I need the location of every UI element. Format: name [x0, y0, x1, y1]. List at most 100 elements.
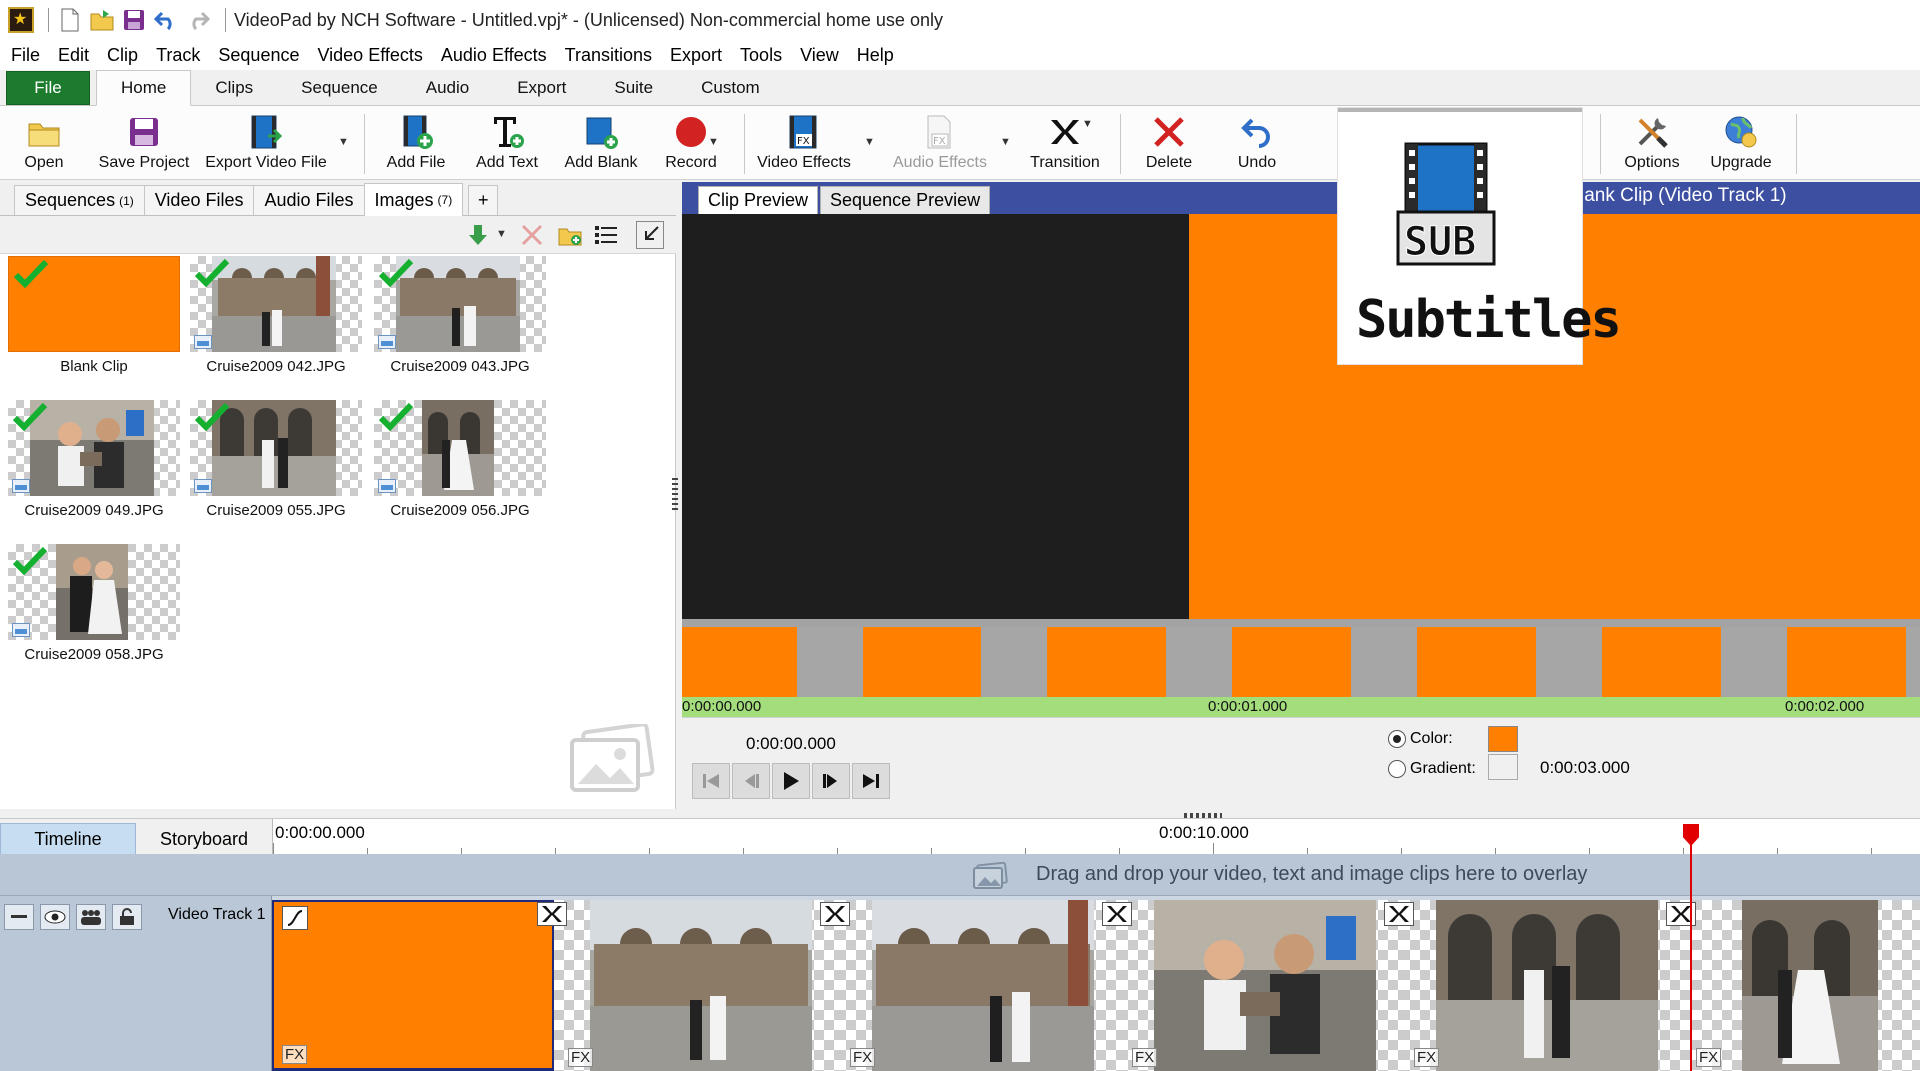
next-frame-button[interactable] [812, 763, 850, 799]
timeline-clip-blank[interactable]: FX [272, 900, 554, 1071]
transition-dropdown-icon[interactable]: ▼ [1082, 118, 1093, 130]
timeline-playhead[interactable] [1690, 832, 1692, 1071]
menu-view[interactable]: View [791, 45, 848, 66]
tab-sequence-preview[interactable]: Sequence Preview [820, 186, 991, 214]
track-lock-button[interactable] [112, 904, 142, 930]
go-to-start-button[interactable] [692, 763, 730, 799]
bin-item-thumbnail[interactable] [374, 256, 546, 352]
delete-button[interactable]: Delete [1138, 110, 1200, 178]
tab-file[interactable]: File [6, 71, 90, 105]
tab-audio-files[interactable]: Audio Files [253, 185, 365, 215]
track-blend-button[interactable] [76, 904, 106, 930]
new-folder-icon[interactable] [556, 221, 584, 249]
go-to-end-button[interactable] [852, 763, 890, 799]
add-file-button[interactable]: Add File [384, 110, 448, 178]
preview-scrub-bar[interactable] [682, 619, 1920, 627]
transition-marker[interactable] [1384, 902, 1414, 926]
audio-effects-button[interactable]: FX Audio Effects [888, 110, 992, 178]
bin-item-thumbnail[interactable] [374, 400, 546, 496]
menu-file[interactable]: File [2, 45, 49, 66]
menu-edit[interactable]: Edit [49, 45, 98, 66]
remove-x-icon[interactable] [518, 221, 546, 249]
options-button[interactable]: Options [1620, 110, 1684, 178]
transition-button[interactable]: Transition [1024, 110, 1106, 178]
save-project-button[interactable]: Save Project [96, 110, 192, 178]
undo-button[interactable]: Undo [1230, 110, 1284, 178]
timeline-clip-image[interactable]: FX [1682, 900, 1920, 1071]
transition-marker[interactable] [820, 902, 850, 926]
menu-clip[interactable]: Clip [98, 45, 147, 66]
tab-clips[interactable]: Clips [191, 71, 277, 105]
bin-item-thumbnail[interactable] [8, 544, 180, 640]
transition-marker[interactable] [1102, 902, 1132, 926]
tab-sequences[interactable]: Sequences (1) [14, 185, 145, 215]
color-swatch[interactable] [1488, 726, 1518, 752]
tab-audio[interactable]: Audio [402, 71, 493, 105]
transition-marker[interactable] [537, 902, 567, 926]
save-icon[interactable] [121, 7, 147, 33]
fade-curve-icon[interactable] [282, 906, 308, 930]
menu-transitions[interactable]: Transitions [556, 45, 661, 66]
panel-splitter-handle[interactable] [672, 478, 678, 512]
color-radio[interactable] [1388, 730, 1406, 748]
bin-item-thumbnail[interactable] [8, 256, 180, 352]
play-button[interactable] [772, 763, 810, 799]
open-button[interactable]: Open [18, 110, 70, 178]
timeline-clip-image[interactable]: FX [554, 900, 836, 1071]
tab-custom[interactable]: Custom [677, 71, 784, 105]
clip-time-ruler[interactable]: 0:00:00.000 0:00:01.000 0:00:02.000 [682, 697, 1920, 717]
color-option[interactable]: Color: [1388, 730, 1453, 748]
tab-timeline[interactable]: Timeline [0, 823, 136, 855]
tab-suite[interactable]: Suite [590, 71, 677, 105]
tab-export[interactable]: Export [493, 71, 590, 105]
video-effects-button[interactable]: FX Video Effects [754, 110, 854, 178]
fx-label[interactable]: FX [1132, 1048, 1158, 1067]
export-video-file-button[interactable]: Export Video File [204, 110, 328, 178]
bin-item-thumbnail[interactable] [190, 256, 362, 352]
gradient-radio[interactable] [1388, 760, 1406, 778]
bin-item-thumbnail[interactable] [190, 400, 362, 496]
menu-help[interactable]: Help [848, 45, 903, 66]
tab-home[interactable]: Home [96, 70, 192, 106]
subtitles-button[interactable]: SUB Subtitles [1338, 108, 1622, 364]
gradient-swatch[interactable] [1488, 754, 1518, 780]
tab-video-files[interactable]: Video Files [143, 185, 255, 215]
timeline-clip-image[interactable]: FX [836, 900, 1118, 1071]
tab-sequence[interactable]: Sequence [277, 71, 402, 105]
menu-video-effects[interactable]: Video Effects [308, 45, 431, 66]
fx-label[interactable]: FX [1696, 1048, 1722, 1067]
tab-images[interactable]: Images (7) [363, 183, 464, 216]
tab-storyboard[interactable]: Storyboard [142, 823, 266, 855]
timeline-clip-image[interactable]: FX [1118, 900, 1400, 1071]
fx-label[interactable]: FX [1414, 1048, 1440, 1067]
menu-track[interactable]: Track [147, 45, 209, 66]
import-down-arrow-icon[interactable] [464, 221, 492, 249]
gradient-option[interactable]: Gradient: [1388, 760, 1476, 778]
menu-export[interactable]: Export [661, 45, 731, 66]
new-file-icon[interactable] [57, 7, 83, 33]
add-text-button[interactable]: Add Text [470, 110, 544, 178]
video-effects-dropdown-icon[interactable]: ▼ [864, 136, 875, 148]
import-dropdown-icon[interactable]: ▼ [496, 228, 507, 240]
fx-label[interactable]: FX [282, 1045, 308, 1064]
add-blank-button[interactable]: Add Blank [560, 110, 642, 178]
add-bin-tab-button[interactable]: + [468, 185, 499, 215]
redo-icon[interactable] [185, 7, 211, 33]
export-dropdown-icon[interactable]: ▼ [338, 136, 349, 148]
menu-tools[interactable]: Tools [731, 45, 791, 66]
collapse-track-button[interactable] [4, 904, 34, 930]
timeline-clip-image[interactable]: FX [1400, 900, 1682, 1071]
record-dropdown-icon[interactable]: ▼ [708, 136, 719, 148]
open-folder-icon[interactable] [89, 7, 115, 33]
list-view-icon[interactable] [592, 221, 620, 249]
video-track-1[interactable]: FX FX FX FX FX FX [272, 896, 1920, 1071]
menu-audio-effects[interactable]: Audio Effects [432, 45, 556, 66]
upgrade-button[interactable]: Upgrade [1706, 110, 1776, 178]
audio-effects-dropdown-icon[interactable]: ▼ [1000, 136, 1011, 148]
timeline-ruler[interactable]: 0:00:00.000 0:00:10.000 [272, 819, 1920, 855]
fx-label[interactable]: FX [568, 1048, 594, 1067]
fx-label[interactable]: FX [850, 1048, 876, 1067]
undo-icon[interactable] [153, 7, 179, 33]
collapse-panel-icon[interactable] [636, 221, 664, 249]
previous-frame-button[interactable] [732, 763, 770, 799]
